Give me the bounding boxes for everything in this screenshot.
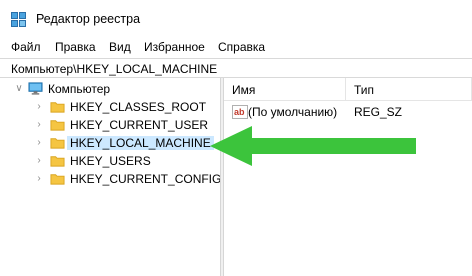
folder-icon — [50, 102, 65, 113]
address-path[interactable]: Компьютер\HKEY_LOCAL_MACHINE — [11, 62, 217, 76]
tree-label: HKEY_CLASSES_ROOT — [70, 100, 207, 114]
chevron-right-icon[interactable]: › — [34, 119, 44, 131]
tree-item-hkey-classes-root[interactable]: › HKEY_CLASSES_ROOT — [0, 98, 220, 118]
tree-item-hkey-local-machine[interactable]: › HKEY_LOCAL_MACHINE — [0, 134, 220, 154]
window-title: Редактор реестра — [36, 12, 141, 26]
menu-view[interactable]: Вид — [109, 40, 131, 54]
registry-editor-icon — [11, 12, 26, 27]
folder-icon — [50, 138, 65, 149]
tree-item-computer[interactable]: ∨ Компьютер — [0, 80, 220, 100]
chevron-right-icon[interactable]: › — [34, 137, 44, 149]
chevron-right-icon[interactable]: › — [34, 173, 44, 185]
tree-item-hkey-current-user[interactable]: › HKEY_CURRENT_USER — [0, 116, 220, 136]
value-name: (По умолчанию) — [248, 105, 338, 119]
column-header-name[interactable]: Имя — [224, 78, 346, 100]
menu-file[interactable]: Файл — [11, 40, 41, 54]
column-header-label: Тип — [354, 83, 375, 97]
string-value-icon: ab — [232, 105, 248, 119]
list-item[interactable]: ab (По умолчанию) REG_SZ — [224, 104, 472, 122]
tree-label: HKEY_LOCAL_MACHINE — [67, 136, 214, 150]
tree-label: HKEY_CURRENT_CONFIG — [70, 172, 222, 186]
tree-item-hkey-users[interactable]: › HKEY_USERS — [0, 152, 220, 172]
column-header-label: Имя — [232, 83, 256, 97]
folder-icon — [50, 174, 65, 185]
tree-pane: ∨ Компьютер › HKEY_CLASSES_ROOT › HKEY_C… — [0, 78, 221, 276]
computer-icon — [28, 82, 43, 95]
address-bar[interactable]: Компьютер\HKEY_LOCAL_MACHINE — [0, 58, 472, 78]
tree-label: HKEY_USERS — [70, 154, 151, 168]
svg-text:ab: ab — [234, 107, 245, 117]
value-type: REG_SZ — [354, 105, 403, 119]
chevron-right-icon[interactable]: › — [34, 101, 44, 113]
title-bar: Редактор реестра — [0, 0, 472, 36]
tree-item-hkey-current-config[interactable]: › HKEY_CURRENT_CONFIG — [0, 170, 221, 190]
values-list-pane: Имя Тип ab (По умолчанию) REG_SZ — [224, 78, 472, 276]
chevron-down-icon[interactable]: ∨ — [14, 83, 24, 95]
folder-icon — [50, 156, 65, 167]
menu-bar: Файл Правка Вид Избранное Справка — [0, 36, 472, 56]
tree-label: HKEY_CURRENT_USER — [70, 118, 209, 132]
arrow-left-icon — [210, 126, 416, 166]
chevron-right-icon[interactable]: › — [34, 155, 44, 167]
menu-help[interactable]: Справка — [218, 40, 265, 54]
menu-edit[interactable]: Правка — [55, 40, 96, 54]
header-divider — [224, 100, 472, 101]
column-header-type[interactable]: Тип — [346, 78, 472, 100]
folder-icon — [50, 120, 65, 131]
tree-label-computer: Компьютер — [48, 82, 111, 96]
menu-favorites[interactable]: Избранное — [144, 40, 205, 54]
